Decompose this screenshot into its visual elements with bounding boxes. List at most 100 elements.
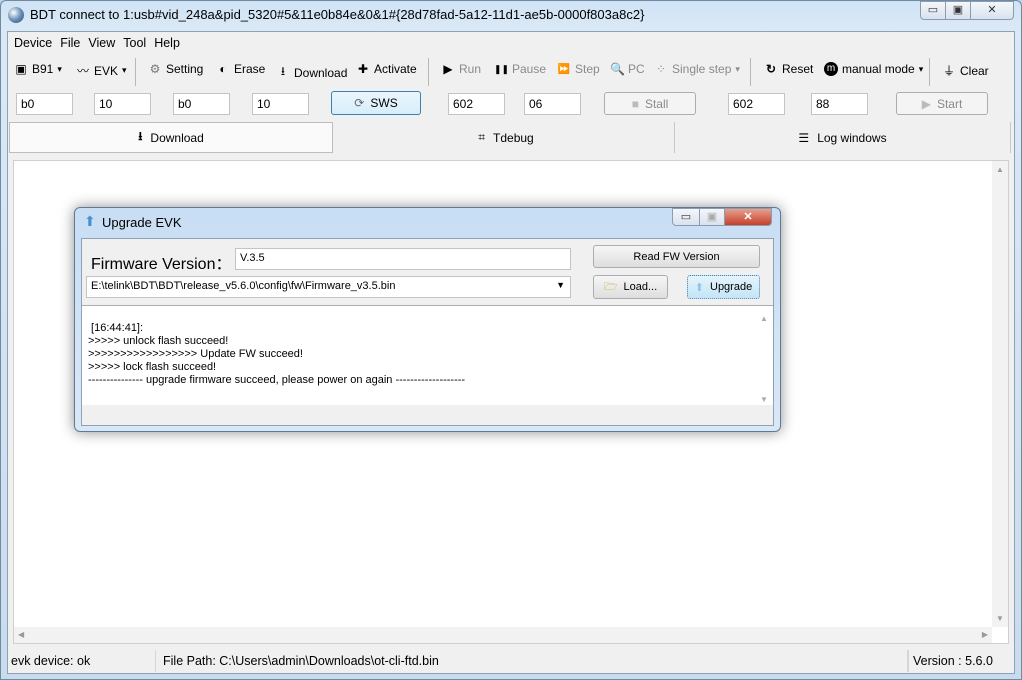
download-icon: ⭳ [138,129,143,143]
reset-button[interactable]: ↻ Reset [764,62,813,76]
log-line: --------------- upgrade firmware succeed… [88,374,466,386]
run-label: Run [459,62,482,76]
eraser-icon: ◐ [219,62,227,76]
evk-select[interactable]: 〰 EVK ▾ [76,62,127,79]
field-1[interactable]: b0 [16,93,73,115]
chip-select[interactable]: ▣ B91 ▾ [14,62,62,76]
dialog-maximize-button[interactable]: ▣ [699,208,725,226]
log-line: >>>>> lock flash succeed! [88,361,217,373]
erase-label: Erase [234,62,266,76]
field-5[interactable]: 602 [448,93,505,115]
upload-arrow-icon: ⬆ [84,213,96,229]
tab-log-windows[interactable]: ☰ Log windows [675,122,1011,153]
toolbar-divider [135,58,136,86]
pc-button[interactable]: 🔍 PC [610,62,645,76]
field-6[interactable]: 06 [524,93,581,115]
upload-arrow-icon: ⬆ [694,281,704,294]
field-7[interactable]: 602 [728,93,785,115]
broom-icon: ⏚ [942,64,955,78]
field-4[interactable]: 10 [252,93,309,115]
load-label: Load... [623,281,658,293]
step-icon: ⏩ [557,63,571,75]
upgrade-button[interactable]: ⬆ Upgrade [687,275,760,299]
run-icon: ▶ [443,62,453,76]
dialog-close-button[interactable]: ✕ [724,208,772,226]
clear-label: Clear [960,63,989,78]
upgrade-label: Upgrade [710,281,753,293]
status-file-path: File Path: C:\Users\admin\Downloads\ot-c… [160,650,908,672]
gear-icon: ⚙ [149,62,161,76]
field-8[interactable]: 88 [811,93,868,115]
close-button[interactable]: ✕ [970,1,1014,20]
field-3[interactable]: b0 [173,93,230,115]
run-button[interactable]: ▶ Run [441,62,481,76]
stall-label: Stall [644,96,669,111]
toolbar-divider [929,58,930,86]
tab-download[interactable]: ⭳ Download [9,122,333,153]
firmware-path-select[interactable]: E:\telink\BDT\BDT\release_v5.6.0\config\… [86,276,571,298]
stall-button[interactable]: ■ Stall [604,92,696,115]
start-label: Start [936,96,963,111]
plus-icon: ✚ [357,62,369,76]
menu-file[interactable]: File [60,36,80,50]
setting-button[interactable]: ⚙ Setting [148,62,204,76]
pc-label: PC [628,62,645,76]
download-icon: ⭳ [280,64,286,78]
sws-label: SWS [370,96,398,110]
menu-view[interactable]: View [88,36,115,50]
menu-device[interactable]: Device [14,36,52,50]
step-button[interactable]: ⏩ Step [557,62,600,76]
log-line: [16:44:41]: [88,322,144,334]
maximize-button[interactable]: ▣ [945,1,971,20]
upgrade-log: [16:44:41]: >>>>> unlock flash succeed! … [82,305,773,405]
dialog-minimize-button[interactable]: ▭ [672,208,700,226]
start-button[interactable]: ▶ Start [896,92,988,115]
toolbar-divider [750,58,751,86]
read-fw-version-button[interactable]: Read FW Version [593,245,760,268]
tab-label: Log windows [817,130,887,145]
download-button[interactable]: ⭳ Download [276,62,347,83]
pause-icon: ❚❚ [494,63,510,74]
activate-button[interactable]: ✚ Activate [356,62,417,76]
tab-tdebug[interactable]: ⌗ Tdebug [338,122,675,153]
load-button[interactable]: 🗁 Load... [593,275,668,299]
menu-bar: Device File View Tool Help [14,36,180,50]
menu-help[interactable]: Help [154,36,180,50]
vertical-scrollbar[interactable]: ▲ ▼ [992,161,1008,627]
upgrade-dialog: ⬆ Upgrade EVK ▭ ▣ ✕ Firmware Version： V.… [74,207,781,432]
tab-label: Download [150,130,204,145]
log-line: >>>>>>>>>>>>>>>>> Update FW succeed! [88,348,303,360]
single-step-select[interactable]: ⁘ Single step ▾ [654,62,740,76]
log-scrollbar[interactable]: ▲ ▼ [756,306,772,404]
stop-icon: ■ [631,96,639,111]
signal-icon: 〰 [76,64,89,78]
minimize-button[interactable]: ▭ [920,1,946,20]
sws-button[interactable]: ⟳ SWS [331,91,421,115]
menu-tool[interactable]: Tool [123,36,146,50]
footsteps-icon: ⁘ [655,62,667,76]
chevron-down-icon: ▾ [122,65,127,75]
mode-label: manual mode [842,62,915,76]
folder-icon: 🗁 [603,280,618,293]
evk-label: EVK [94,63,119,78]
chip-label: B91 [32,62,54,76]
status-device: evk device: ok [8,650,156,672]
status-version: Version : 5.6.0 [908,650,1008,672]
play-icon: ▶ [921,96,931,111]
clear-button[interactable]: ⏚ Clear [942,62,989,79]
reset-icon: ↻ [765,62,777,76]
download-label: Download [294,65,348,80]
reset-label: Reset [782,62,814,76]
firmware-version-field[interactable]: V.3.5 [235,248,571,270]
horizontal-scrollbar[interactable]: ◀ ▶ [14,627,992,643]
field-2[interactable]: 10 [94,93,151,115]
setting-label: Setting [166,62,204,76]
pause-button[interactable]: ❚❚ Pause [494,62,546,76]
pause-label: Pause [512,62,547,76]
erase-button[interactable]: ◐ Erase [216,62,265,76]
log-line: >>>>> unlock flash succeed! [88,335,229,347]
window-title: BDT connect to 1:usb#vid_248a&pid_5320#5… [30,7,645,22]
app-icon [8,7,24,23]
mode-select[interactable]: m manual mode ▾ [824,62,923,76]
mode-icon: m [824,62,838,76]
